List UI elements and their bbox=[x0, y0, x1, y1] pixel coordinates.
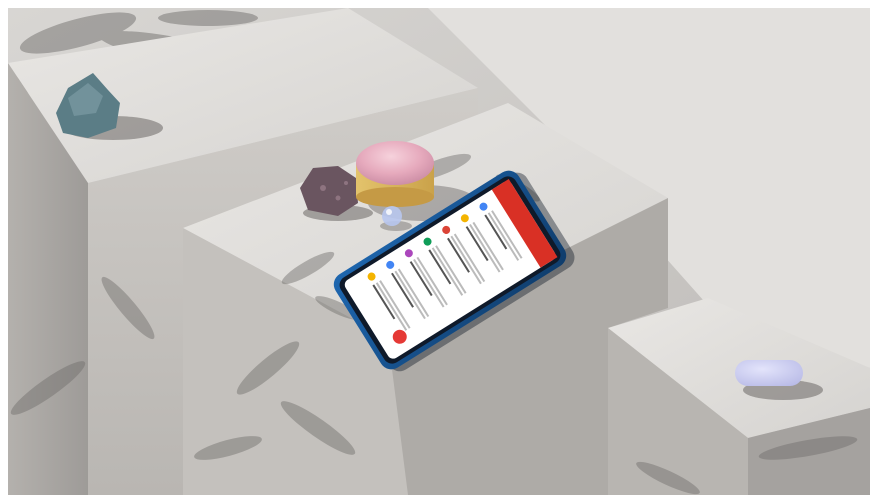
scene-svg bbox=[8, 8, 870, 495]
photo-scene bbox=[8, 8, 870, 495]
